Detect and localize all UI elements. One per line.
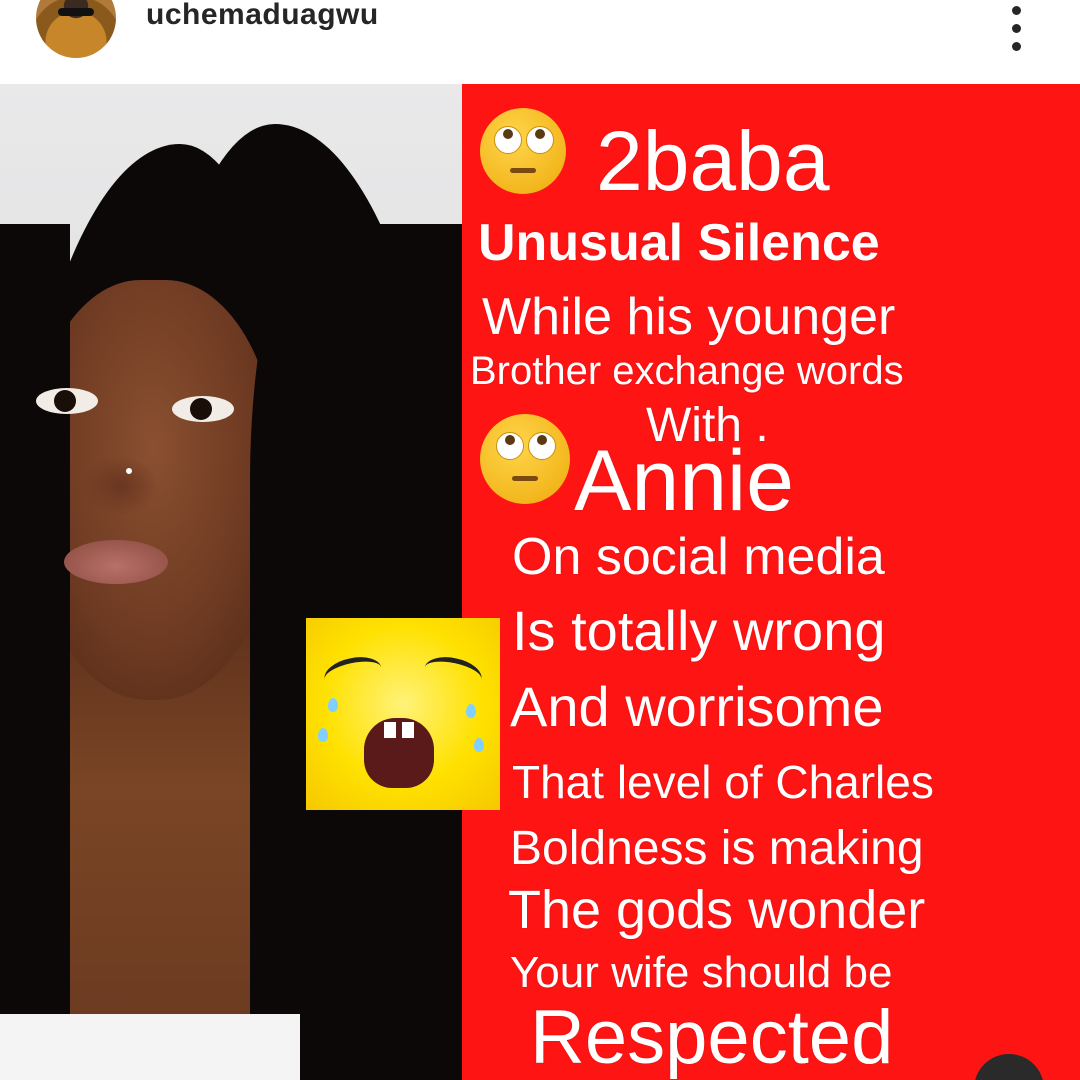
post-header: uchemaduagwu: [0, 0, 1080, 84]
text-line: The gods wonder: [508, 880, 926, 940]
text-line: Brother exchange words: [470, 349, 904, 393]
avatar-glasses: [58, 8, 94, 16]
text-line: And worrisome: [510, 675, 884, 738]
text-line: While his younger: [482, 288, 896, 346]
woman-photo: [0, 84, 462, 1080]
text-line: Boldness is making: [510, 822, 924, 875]
text-line: Your wife should be: [510, 948, 893, 997]
text-line: Unusual Silence: [478, 214, 880, 272]
profile-avatar[interactable]: [36, 0, 116, 58]
more-vertical-icon[interactable]: [1000, 0, 1034, 51]
text-line: That level of Charles: [512, 756, 934, 808]
headline-2baba: 2baba: [596, 114, 830, 208]
headline-annie: Annie: [574, 433, 794, 529]
text-line: Is totally wrong: [512, 599, 886, 662]
post-image[interactable]: 2baba Unusual Silence While his younger …: [0, 84, 1080, 1080]
text-line: On social media: [512, 528, 885, 586]
username[interactable]: uchemaduagwu: [146, 0, 379, 32]
eye-roll-emoji: [480, 414, 570, 504]
crying-face-emoji: [306, 618, 500, 810]
eye-roll-emoji: [480, 108, 566, 194]
headline-respected: Respected: [530, 995, 894, 1080]
